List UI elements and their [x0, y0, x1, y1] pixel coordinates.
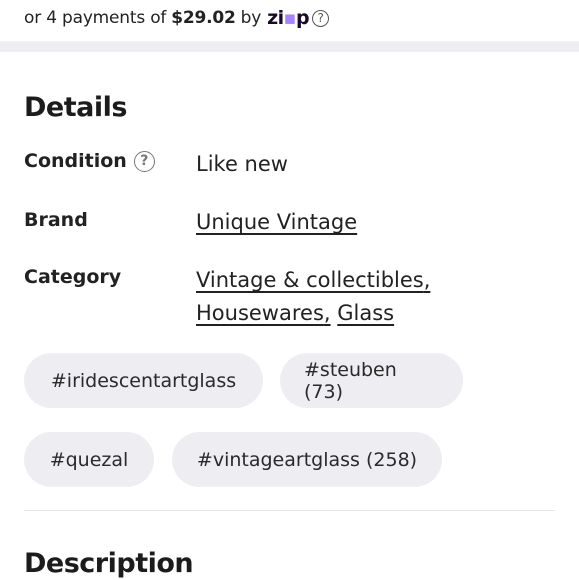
zip-logo: zi ▪ p: [267, 7, 310, 29]
zip-help-icon[interactable]: ?: [312, 9, 330, 27]
category-line-1: Vintage & collectibles,: [196, 264, 430, 297]
condition-help-icon[interactable]: ?: [133, 150, 155, 172]
installment-prefix: or 4 payments of: [24, 8, 167, 28]
category-links: Vintage & collectibles, Housewares, Glas…: [196, 264, 430, 330]
brand-link[interactable]: Unique Vintage: [196, 210, 357, 234]
details-title: Details: [24, 92, 127, 123]
category-label: Category: [24, 266, 122, 288]
category-link-glass[interactable]: Glass: [337, 301, 394, 325]
brand-label: Brand: [24, 209, 88, 231]
item-details-page: or 4 payments of $29.02 by zi ▪ p ? Detail…: [0, 0, 579, 580]
zip-dot: ▪: [283, 7, 297, 29]
category-line-2: Housewares, Glass: [196, 297, 430, 330]
category-separator: ,: [323, 301, 331, 325]
tag-chip-steuben[interactable]: #steuben (73): [280, 353, 463, 408]
tag-chip-iridescentartglass[interactable]: #iridescentartglass: [24, 353, 263, 408]
category-separator: ,: [423, 268, 431, 292]
condition-label-group: Condition ?: [24, 150, 155, 172]
brand-value-wrap: Unique Vintage: [196, 206, 357, 239]
category-link-housewares[interactable]: Housewares: [196, 301, 324, 325]
condition-value: Like new: [196, 152, 288, 176]
tag-chip-vintageartglass[interactable]: #vintageartglass (258): [172, 432, 442, 487]
tag-chip-quezal[interactable]: #quezal: [24, 432, 154, 487]
installment-payment-row: or 4 payments of $29.02 by zi ▪ p ?: [24, 4, 330, 32]
installment-by: by: [240, 8, 262, 28]
details-bottom-divider: [24, 510, 555, 511]
description-title: Description: [24, 548, 194, 579]
condition-label: Condition: [24, 150, 127, 172]
section-divider-band: [0, 41, 579, 52]
installment-amount: $29.02: [171, 8, 236, 28]
category-link-vintage[interactable]: Vintage & collectibles: [196, 268, 424, 292]
